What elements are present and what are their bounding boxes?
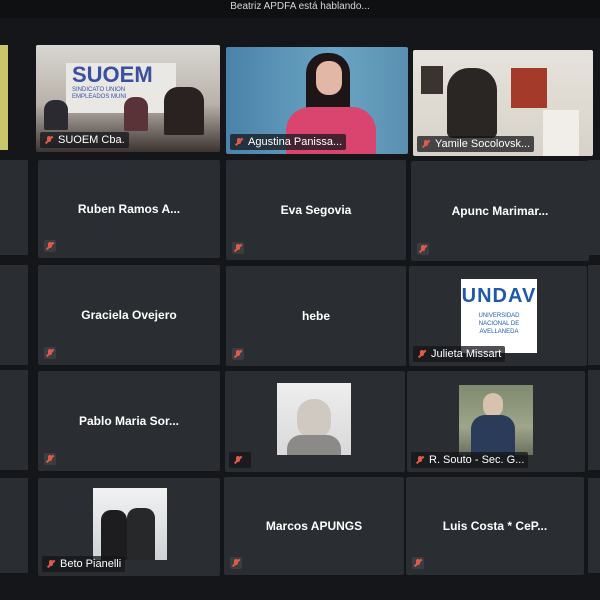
participant-name: Pablo Maria Sor... bbox=[78, 414, 180, 428]
partial-tile-left-1 bbox=[0, 45, 8, 150]
partial-tile-left-5 bbox=[0, 478, 28, 573]
mic-muted-icon bbox=[420, 138, 432, 150]
participant-name-label: R. Souto - Sec. G... bbox=[411, 452, 529, 468]
participant-tile[interactable]: Eva Segovia bbox=[226, 160, 406, 260]
mic-muted-icon bbox=[43, 134, 55, 146]
partial-tile-left-3 bbox=[0, 265, 28, 365]
mic-muted-icon bbox=[230, 557, 242, 569]
participant-name-label: Beto Pianelli bbox=[42, 556, 126, 572]
participant-name-label: SUOEM Cba. bbox=[40, 132, 129, 148]
participant-tile[interactable]: hebe bbox=[226, 266, 406, 366]
undav-logo: UNDAV UNIVERSIDAD NACIONAL DE AVELLANEDA bbox=[461, 279, 537, 353]
participant-name: Ruben Ramos A... bbox=[77, 202, 181, 216]
mic-muted-icon bbox=[233, 136, 245, 148]
person-silhouette bbox=[164, 87, 204, 135]
participant-tile[interactable]: Apunc Marimar... bbox=[411, 161, 589, 261]
participant-tile[interactable]: Marcos APUNGS bbox=[224, 477, 404, 575]
video-tile-beto[interactable]: Beto Pianelli bbox=[38, 478, 220, 576]
active-speaker-text: Beatriz APDFA está hablando... bbox=[230, 1, 370, 12]
participant-name-label: Agustina Panissa... bbox=[230, 134, 347, 150]
wall-picture bbox=[421, 66, 443, 94]
mic-muted-icon bbox=[44, 347, 56, 359]
person-silhouette bbox=[44, 100, 68, 130]
person-face bbox=[297, 399, 331, 439]
mic-muted-icon bbox=[232, 242, 244, 254]
mic-muted-icon bbox=[412, 557, 424, 569]
person-silhouette bbox=[124, 97, 148, 131]
participant-tile[interactable]: Luis Costa * CeP... bbox=[406, 477, 584, 575]
participant-tile[interactable]: Ruben Ramos A... bbox=[38, 160, 220, 258]
person-silhouette bbox=[101, 510, 127, 560]
profile-photo bbox=[277, 383, 351, 455]
person-silhouette bbox=[127, 508, 155, 560]
background-object bbox=[543, 110, 579, 156]
video-tile-suoem[interactable]: SUOEM SINDICATO UNION EMPLEADOS MUNI SUO… bbox=[36, 45, 220, 152]
participant-name: Graciela Ovejero bbox=[81, 308, 177, 322]
participant-name: Eva Segovia bbox=[280, 203, 352, 217]
person-jacket bbox=[471, 415, 515, 455]
participant-name-label: Yamile Socolovsk... bbox=[417, 136, 535, 152]
participant-name: Luis Costa * CeP... bbox=[442, 519, 548, 533]
partial-tile-right-5 bbox=[588, 478, 600, 573]
person-shirt bbox=[287, 435, 341, 455]
participant-name-label bbox=[229, 452, 251, 468]
partial-tile-right-3 bbox=[588, 265, 600, 365]
person-face bbox=[483, 393, 503, 417]
active-speaker-bar: Beatriz APDFA está hablando... bbox=[0, 0, 600, 18]
video-tile-marita[interactable] bbox=[225, 371, 405, 472]
partial-tile-left-2 bbox=[0, 160, 28, 255]
mic-muted-icon bbox=[44, 240, 56, 252]
video-tile-souto[interactable]: R. Souto - Sec. G... bbox=[407, 371, 585, 472]
profile-photo bbox=[459, 385, 533, 455]
profile-photo bbox=[93, 488, 167, 560]
wall-poster bbox=[511, 68, 547, 108]
participant-name-label: Julieta Missart bbox=[413, 346, 506, 362]
mic-muted-icon bbox=[232, 454, 244, 466]
person-face bbox=[316, 61, 342, 95]
participant-name: Marcos APUNGS bbox=[265, 519, 363, 533]
participant-name: hebe bbox=[301, 309, 330, 323]
partial-tile-left-4 bbox=[0, 370, 28, 470]
video-tile-yamile[interactable]: Yamile Socolovsk... bbox=[413, 50, 593, 156]
video-tile-agustina[interactable]: Agustina Panissa... bbox=[226, 47, 408, 154]
participant-tile[interactable]: Graciela Ovejero bbox=[38, 265, 220, 365]
person-silhouette bbox=[447, 68, 497, 138]
participant-name: Apunc Marimar... bbox=[451, 204, 549, 218]
union-banner: SUOEM SINDICATO UNION EMPLEADOS MUNI bbox=[66, 63, 176, 113]
partial-tile-right-4 bbox=[588, 370, 600, 470]
mic-muted-icon bbox=[416, 348, 428, 360]
partial-tile-right-2 bbox=[588, 160, 600, 255]
mic-muted-icon bbox=[232, 348, 244, 360]
mic-muted-icon bbox=[414, 454, 426, 466]
participant-tile[interactable]: Pablo Maria Sor... bbox=[38, 371, 220, 471]
mic-muted-icon bbox=[417, 243, 429, 255]
mic-muted-icon bbox=[45, 558, 57, 570]
video-tile-julieta[interactable]: UNDAV UNIVERSIDAD NACIONAL DE AVELLANEDA… bbox=[409, 266, 587, 366]
mic-muted-icon bbox=[44, 453, 56, 465]
